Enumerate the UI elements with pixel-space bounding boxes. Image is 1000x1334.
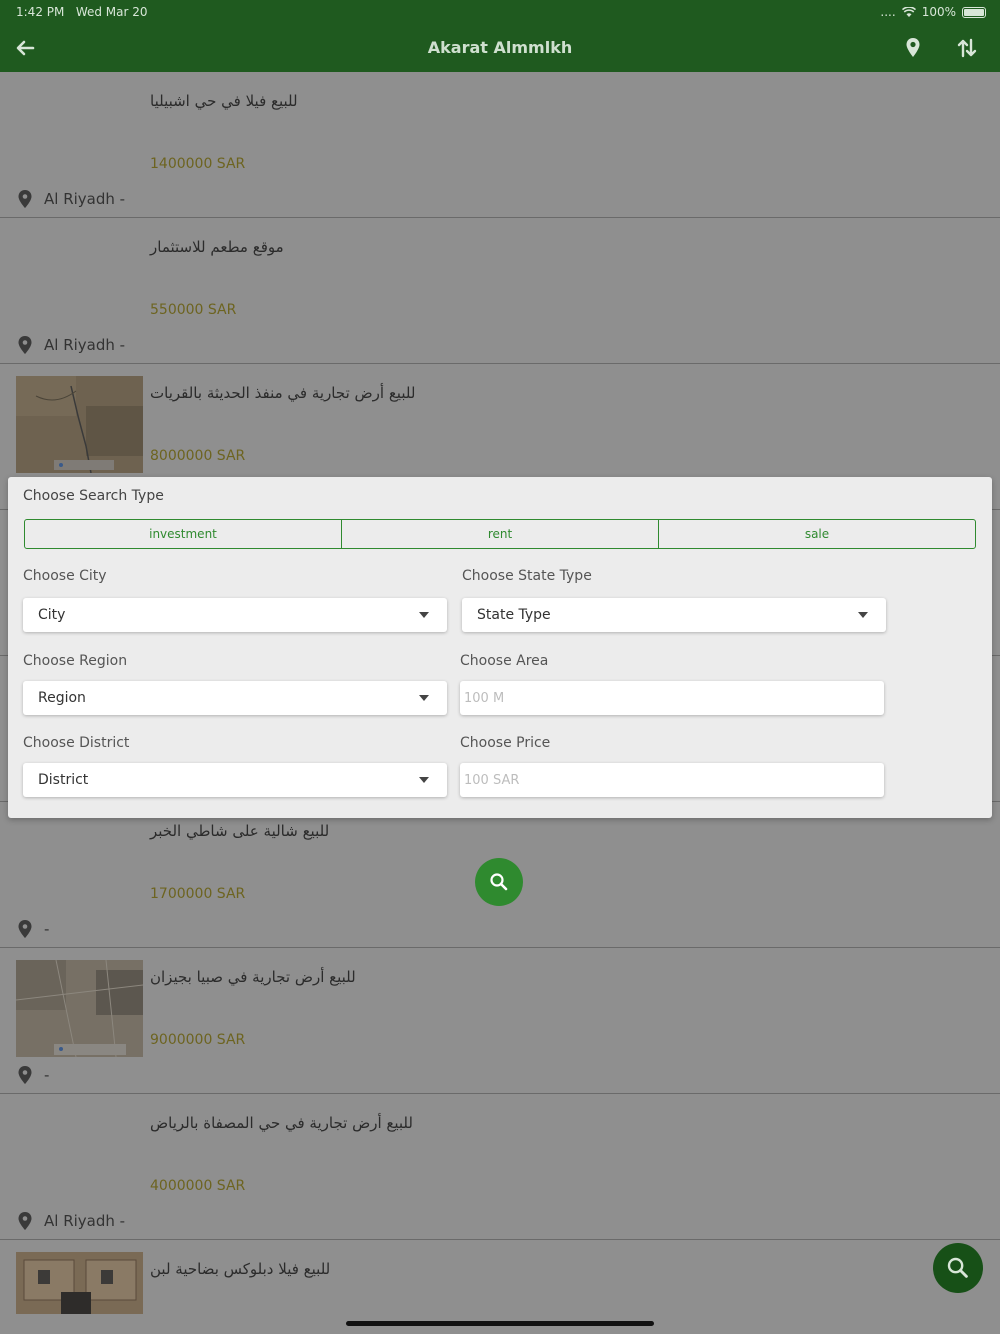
area-input[interactable] [460, 681, 884, 715]
search-submit-button[interactable] [475, 858, 523, 906]
listing-title: موقع مطعم للاستثمار [150, 238, 284, 256]
listing-location-text: - [44, 920, 50, 938]
listing-title: للبيع أرض تجارية في حي المصفاة بالرياض [150, 1114, 413, 1132]
listing-price: 4000000 SAR [150, 1178, 246, 1194]
listing-title: للبيع شالية على شاطي الخبر [150, 822, 330, 840]
listing-location: - [18, 1066, 49, 1084]
city-dropdown-value: City [38, 607, 66, 623]
search-type-segmented-control: investment rent sale [24, 519, 976, 549]
status-time: 1:42 PM Wed Mar 20 [16, 5, 148, 19]
list-item[interactable]: موقع مطعم للاستثمار 550000 SAR Al Riyadh… [0, 218, 1000, 364]
search-filter-modal: Choose Search Type investment rent sale … [8, 477, 992, 818]
region-dropdown[interactable]: Region [23, 681, 447, 715]
list-item[interactable]: للبيع أرض تجارية في حي المصفاة بالرياض 4… [0, 1094, 1000, 1240]
search-type-rent[interactable]: rent [341, 520, 658, 548]
battery-icon [962, 6, 986, 18]
listing-title: للبيع فيلا في حي اشبيليا [150, 92, 298, 110]
page-title: Akarat Almmlkh [427, 38, 573, 57]
location-pin-icon [18, 1212, 32, 1230]
search-type-label: Choose Search Type [23, 488, 164, 504]
price-label: Choose Price [460, 735, 551, 751]
listing-price: 9000000 SAR [150, 1032, 246, 1048]
location-pin-icon [18, 336, 32, 354]
app-header: Akarat Almmlkh [0, 24, 1000, 72]
region-label: Choose Region [23, 653, 128, 669]
listing-location: Al Riyadh - [18, 336, 125, 354]
listing-thumbnail [16, 960, 143, 1057]
location-pin-icon [18, 920, 32, 938]
home-indicator [346, 1321, 654, 1326]
listing-thumbnail [16, 376, 143, 473]
listing-location: - [18, 920, 49, 938]
listing-price: 8000000 SAR [150, 448, 246, 464]
district-dropdown[interactable]: District [23, 763, 447, 797]
district-label: Choose District [23, 735, 130, 751]
region-dropdown-value: Region [38, 690, 86, 706]
wifi-icon [901, 6, 916, 17]
list-item[interactable]: للبيع فيلا في حي اشبيليا 1400000 SAR Al … [0, 72, 1000, 218]
search-icon [490, 873, 508, 891]
listing-price: 1700000 SAR [150, 886, 246, 902]
district-dropdown-value: District [38, 772, 89, 788]
chevron-down-icon [419, 695, 429, 701]
status-indicators: .... 100% [880, 5, 986, 19]
listing-location: Al Riyadh - [18, 190, 125, 208]
battery-percent: 100% [921, 5, 956, 19]
chevron-down-icon [419, 777, 429, 783]
city-label: Choose City [23, 568, 107, 584]
listing-price: 550000 SAR [150, 302, 237, 318]
list-item[interactable]: للبيع أرض تجارية في صبيا بجيزان 9000000 … [0, 948, 1000, 1094]
chevron-down-icon [419, 612, 429, 618]
search-icon [947, 1257, 968, 1278]
chevron-down-icon [858, 612, 868, 618]
listing-price: 1400000 SAR [150, 156, 246, 172]
search-type-investment[interactable]: investment [25, 520, 341, 548]
listing-location-text: Al Riyadh - [44, 190, 126, 208]
area-label: Choose Area [460, 653, 549, 669]
listing-title: للبيع أرض تجارية في صبيا بجيزان [150, 968, 356, 986]
sort-arrows-icon[interactable] [955, 36, 979, 60]
city-dropdown[interactable]: City [23, 598, 447, 632]
listing-location-text: Al Riyadh - [44, 1212, 126, 1230]
listing-title: للبيع أرض تجارية في منفذ الحديثة بالقريا… [150, 384, 416, 402]
listing-thumbnail [16, 1252, 143, 1314]
price-input[interactable] [460, 763, 884, 797]
listing-location-text: Al Riyadh - [44, 336, 126, 354]
location-pin-icon [18, 1066, 32, 1084]
signal-dots: .... [880, 5, 896, 19]
location-pin-icon [18, 190, 32, 208]
search-type-sale[interactable]: sale [658, 520, 975, 548]
state-type-dropdown[interactable]: State Type [462, 598, 886, 632]
state-type-dropdown-value: State Type [477, 607, 551, 623]
state-type-label: Choose State Type [462, 568, 592, 584]
list-item[interactable]: للبيع فيلا دبلوكس بضاحية لبن [0, 1240, 1000, 1334]
floating-search-button[interactable] [933, 1243, 983, 1293]
listing-location: Al Riyadh - [18, 1212, 125, 1230]
listing-location-text: - [44, 1066, 50, 1084]
status-bar: 1:42 PM Wed Mar 20 .... 100% [0, 0, 1000, 24]
listing-title: للبيع فيلا دبلوكس بضاحية لبن [150, 1260, 331, 1278]
location-pin-icon[interactable] [901, 36, 925, 60]
